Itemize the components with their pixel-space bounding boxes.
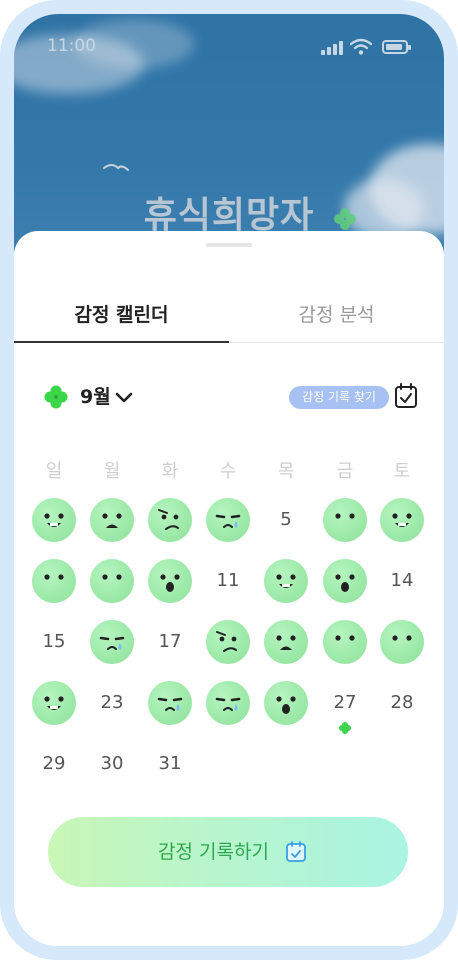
calendar-day-2[interactable]: [90, 498, 134, 542]
emotion-face-crying-icon: [90, 620, 134, 664]
status-bar: 11:00: [14, 14, 444, 78]
emotion-face-sad-icon: [264, 620, 308, 664]
calendar-day-24[interactable]: [148, 681, 192, 725]
day-number: 15: [42, 631, 66, 652]
calendar-day-3[interactable]: [148, 498, 192, 542]
calendar-day-22[interactable]: [32, 681, 76, 725]
calendar-day-31[interactable]: 31: [148, 742, 192, 786]
emotion-face-skeptical-icon: [148, 498, 192, 542]
calendar-day-19[interactable]: [264, 620, 308, 664]
emotion-face-surprised-icon: [148, 559, 192, 603]
calendar-day-9[interactable]: [90, 559, 134, 603]
day-number: 11: [216, 570, 240, 591]
calendar-day-23[interactable]: 23: [90, 681, 134, 725]
calendar-day-25[interactable]: [206, 681, 250, 725]
emotion-face-surprised-icon: [264, 681, 308, 725]
day-number: 5: [280, 509, 292, 530]
emotion-face-crying-icon: [148, 681, 192, 725]
sky-header: 11:00 휴식희망자: [14, 14, 444, 259]
day-number: 23: [100, 692, 124, 713]
emotion-face-neutral-icon: [323, 498, 367, 542]
bird-icon: [103, 164, 129, 171]
calendar-day-27[interactable]: 27: [323, 681, 367, 734]
calendar-day-18[interactable]: [206, 620, 250, 664]
day-number: 31: [158, 753, 182, 774]
calendar-day-30[interactable]: 30: [90, 742, 134, 786]
emotion-face-sad-icon: [90, 498, 134, 542]
calendar-check-icon: [286, 841, 306, 862]
emotion-face-happy-icon: [32, 681, 76, 725]
calendar-day-11[interactable]: 11: [206, 559, 250, 603]
calendar-day-6[interactable]: [323, 498, 367, 542]
emotion-face-neutral-icon: [323, 620, 367, 664]
emotion-face-happy-icon: [380, 498, 424, 542]
signal-icon: [321, 41, 343, 55]
calendar-day-14[interactable]: 14: [380, 559, 424, 603]
calendar-day-12[interactable]: [264, 559, 308, 603]
emotion-face-surprised-icon: [323, 559, 367, 603]
emotion-face-neutral-icon: [32, 559, 76, 603]
device-frame: 11:00 휴식희망자 감정 캘린더 감정 분석 9월 감정 기록 찾기 일 월…: [0, 0, 458, 960]
wifi-icon: [350, 38, 372, 55]
emotion-face-neutral-icon: [90, 559, 134, 603]
calendar-day-17[interactable]: 17: [148, 620, 192, 664]
today-clover-icon: [339, 722, 351, 734]
day-number: 27: [333, 692, 357, 713]
day-number: 14: [390, 570, 414, 591]
day-number: 28: [390, 692, 414, 713]
record-emotion-button[interactable]: 감정 기록하기: [48, 817, 408, 887]
app-screen: 11:00 휴식희망자 감정 캘린더 감정 분석 9월 감정 기록 찾기 일 월…: [14, 14, 444, 946]
calendar-day-7[interactable]: [380, 498, 424, 542]
calendar-day-26[interactable]: [264, 681, 308, 725]
status-time: 11:00: [47, 36, 96, 56]
calendar-day-21[interactable]: [380, 620, 424, 664]
battery-icon: [382, 40, 411, 54]
calendar-day-1[interactable]: [32, 498, 76, 542]
bottom-sheet: 감정 캘린더 감정 분석 9월 감정 기록 찾기 일 월 화 수 목 금 토 5…: [14, 231, 444, 946]
calendar-day-20[interactable]: [323, 620, 367, 664]
day-number: 17: [158, 631, 182, 652]
day-number: 30: [100, 753, 124, 774]
emotion-face-happy-icon: [32, 498, 76, 542]
calendar-day-5[interactable]: 5: [264, 498, 308, 542]
calendar-day-10[interactable]: [148, 559, 192, 603]
calendar-day-8[interactable]: [32, 559, 76, 603]
clover-decoration-icon: [334, 208, 356, 230]
calendar-day-15[interactable]: 15: [32, 620, 76, 664]
calendar-day-16[interactable]: [90, 620, 134, 664]
day-number: 29: [42, 753, 66, 774]
emotion-face-happy-icon: [264, 559, 308, 603]
emotion-face-skeptical-icon: [206, 620, 250, 664]
calendar-day-4[interactable]: [206, 498, 250, 542]
emotion-face-neutral-icon: [380, 620, 424, 664]
emotion-face-crying-icon: [206, 498, 250, 542]
calendar-day-13[interactable]: [323, 559, 367, 603]
emotion-face-crying-icon: [206, 681, 250, 725]
record-emotion-label: 감정 기록하기: [158, 841, 269, 863]
calendar-day-29[interactable]: 29: [32, 742, 76, 786]
calendar-day-28[interactable]: 28: [380, 681, 424, 725]
